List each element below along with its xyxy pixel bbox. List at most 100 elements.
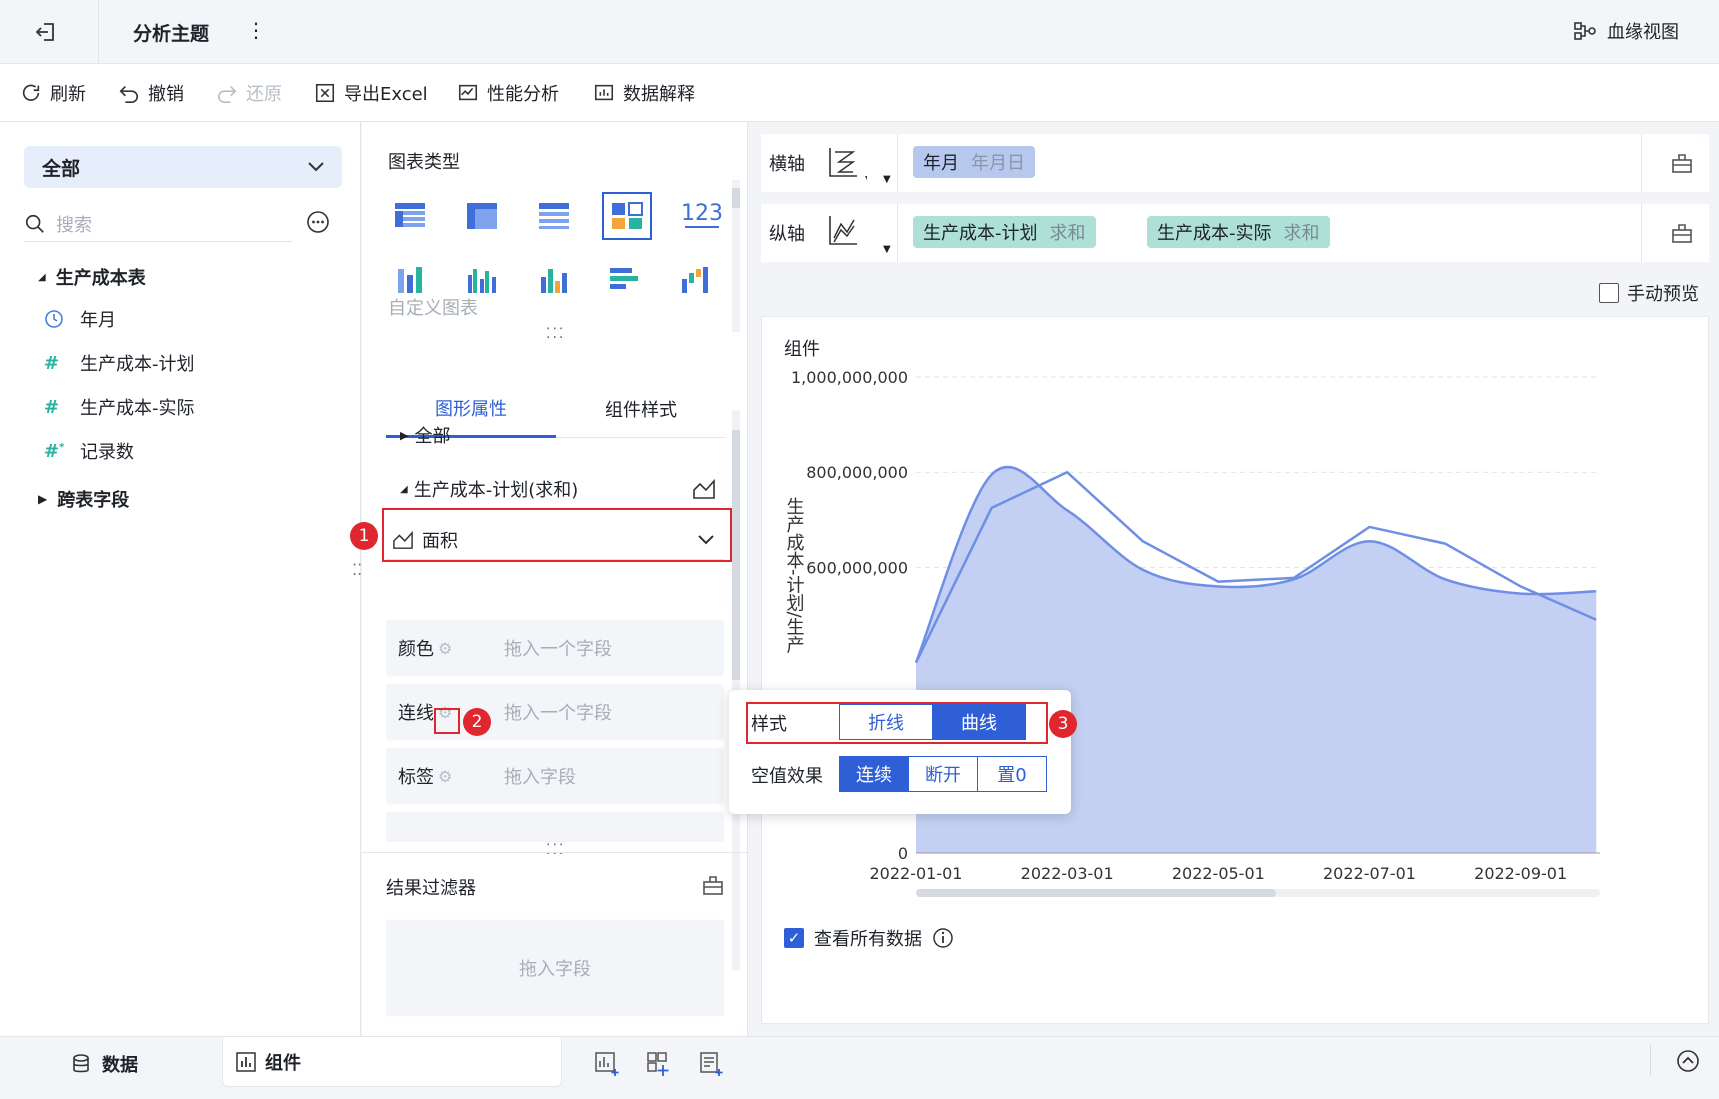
x-tick-label: 2022-03-01 <box>1021 864 1114 883</box>
cross-table-icon[interactable] <box>460 196 504 236</box>
caret-down-icon[interactable]: ▼ <box>883 244 891 255</box>
caret-down-icon: ◢ <box>400 483 408 495</box>
manual-preview-checkbox[interactable]: 手动预览 <box>1599 280 1699 306</box>
area-chart-icon[interactable] <box>692 478 716 500</box>
lineage-label: 血缘视图 <box>1607 22 1679 43</box>
redo-button[interactable]: 还原 <box>216 78 282 108</box>
divider <box>897 134 898 192</box>
gear-icon[interactable]: ⚙ <box>438 767 452 786</box>
collapse-up-icon[interactable] <box>1676 1049 1700 1073</box>
add-dashboard-icon[interactable] <box>646 1051 672 1077</box>
divider <box>98 0 99 64</box>
horizontal-bar-icon[interactable] <box>602 260 646 300</box>
tab-component-style[interactable]: 组件样式 <box>556 380 726 438</box>
caret-right-icon: ▶ <box>400 428 409 442</box>
y-field-name: 生产成本-计划 <box>923 223 1038 244</box>
caret-down-icon[interactable]: ▼ <box>883 174 891 185</box>
auto-chart-icon[interactable] <box>602 192 652 240</box>
export-excel-label: 导出Excel <box>344 84 428 105</box>
axis-sort-icon[interactable] <box>827 214 867 252</box>
custom-chart-label[interactable]: 自定义图表 <box>388 294 478 320</box>
field-item[interactable]: #* 记录数 <box>44 438 134 464</box>
y-axis-row: 纵轴 ▼ 生产成本-计划 求和 生产成本-实际 求和 <box>761 204 1709 262</box>
cross-table-node[interactable]: ▶ 跨表字段 <box>38 486 129 512</box>
series-node[interactable]: ◢ 生产成本-计划(求和) <box>400 476 578 502</box>
y-tick-label: 800,000,000 <box>806 463 908 482</box>
label-slot[interactable]: 标签 ⚙ 拖入字段 <box>386 748 724 804</box>
line-slot-hint: 拖入一个字段 <box>504 703 612 724</box>
y-field-pill[interactable]: 生产成本-计划 求和 <box>913 216 1096 248</box>
field-item[interactable]: # 生产成本-计划 <box>44 350 195 376</box>
hash-star-icon: #* <box>44 440 65 462</box>
kpi-number-icon[interactable]: 123 <box>674 194 730 234</box>
result-filter-title: 结果过滤器 <box>386 878 476 899</box>
view-all-data-checkbox[interactable]: ✓ 查看所有数据 <box>784 925 954 951</box>
x-tick-label: 2022-01-01 <box>870 864 963 883</box>
field-item[interactable]: # 生产成本-实际 <box>44 394 195 420</box>
more-options-icon[interactable] <box>306 210 330 234</box>
axis-settings-icon[interactable] <box>1671 222 1693 244</box>
search-input[interactable]: 搜索 <box>24 206 292 242</box>
chart-type-scrollbar[interactable] <box>732 180 740 332</box>
axis-settings-icon[interactable] <box>1671 152 1693 174</box>
color-slot-label: 颜色 <box>398 639 434 660</box>
search-placeholder: 搜索 <box>56 214 92 236</box>
y-field-agg: 求和 <box>1283 223 1320 244</box>
null-continuous-option[interactable]: 连续 <box>839 756 909 792</box>
refresh-button[interactable]: 刷新 <box>20 78 86 108</box>
data-fields-panel: 全部 搜索 ◢ 生产成本表 年月 # 生产成本-计划 # 生产成本-实际 #* … <box>0 122 361 1036</box>
null-effect-label: 空值效果 <box>751 766 823 787</box>
null-break-option[interactable]: 断开 <box>908 756 978 792</box>
undo-icon <box>119 85 138 103</box>
y-axis-title: 生产成本-计划/生产 <box>784 497 805 654</box>
redo-label: 还原 <box>246 84 282 105</box>
result-filter-dropzone[interactable]: 拖入字段 <box>386 920 724 1016</box>
y-field-pill[interactable]: 生产成本-实际 求和 <box>1147 216 1330 248</box>
data-explain-button[interactable]: 数据解释 <box>593 78 695 108</box>
toolbar: 刷新 撤销 还原 导出Excel 性能分析 数据解释 <box>0 64 1719 122</box>
check-icon[interactable]: ✓ <box>784 928 804 948</box>
cross-table-label: 跨表字段 <box>57 490 130 511</box>
component-tab[interactable]: 组件 <box>222 1037 562 1087</box>
checkbox-box[interactable] <box>1599 283 1619 303</box>
drag-handle-icon[interactable]: ⁚⁚⁚ <box>546 326 565 342</box>
undo-button[interactable]: 撤销 <box>118 78 184 108</box>
axis-sort-icon[interactable] <box>827 146 867 184</box>
lineage-view-button[interactable]: 血缘视图 <box>1573 18 1679 44</box>
performance-button[interactable]: 性能分析 <box>457 78 559 108</box>
hash-icon: # <box>44 396 60 418</box>
add-report-icon[interactable] <box>698 1051 724 1077</box>
color-slot[interactable]: 颜色 ⚙ 拖入一个字段 <box>386 620 724 676</box>
null-zero-option[interactable]: 置0 <box>977 756 1047 792</box>
add-component-icon[interactable] <box>594 1051 620 1077</box>
bar-chart-icon[interactable] <box>532 260 576 300</box>
chart-config-panel: 图表类型 123 自定义图表 ⁚⁚⁚ 图形属性 组件样式 ▶ 全部 ◢ 生产成本… <box>362 122 748 1036</box>
x-field-pill[interactable]: 年月 年月日 <box>913 146 1035 178</box>
field-item[interactable]: 年月 <box>44 306 116 332</box>
detail-table-icon[interactable] <box>532 196 576 236</box>
data-tab[interactable]: 数据 <box>70 1051 138 1077</box>
filter-settings-icon[interactable] <box>702 874 724 896</box>
refresh-icon <box>22 84 40 101</box>
table-node[interactable]: ◢ 生产成本表 <box>38 264 146 290</box>
export-excel-button[interactable]: 导出Excel <box>314 78 428 108</box>
resize-handle[interactable]: ⁚⁚ <box>352 562 362 578</box>
table-chart-icon[interactable] <box>388 196 432 236</box>
drag-handle-icon[interactable]: ⁚⁚⁚ <box>546 842 565 858</box>
gear-icon[interactable]: ⚙ <box>438 639 452 658</box>
caret-down-icon: ◢ <box>38 271 46 283</box>
exit-icon[interactable] <box>34 20 58 44</box>
x-tick-label: 2022-09-01 <box>1474 864 1567 883</box>
database-icon <box>73 1054 89 1073</box>
x-field-granularity: 年月日 <box>971 153 1025 174</box>
x-axis-row: 横轴 ▼ 年月 年月日 <box>761 134 1709 192</box>
y-field-agg: 求和 <box>1049 223 1086 244</box>
field-label: 记录数 <box>80 442 134 463</box>
next-slot-partial[interactable] <box>386 812 724 842</box>
waterfall-icon[interactable] <box>674 260 718 300</box>
data-tab-label: 数据 <box>102 1055 138 1076</box>
all-series-node[interactable]: ▶ 全部 <box>400 422 450 448</box>
more-menu-icon[interactable]: ⋮ <box>246 18 266 42</box>
scope-dropdown[interactable]: 全部 <box>24 146 342 188</box>
performance-icon <box>458 84 478 101</box>
